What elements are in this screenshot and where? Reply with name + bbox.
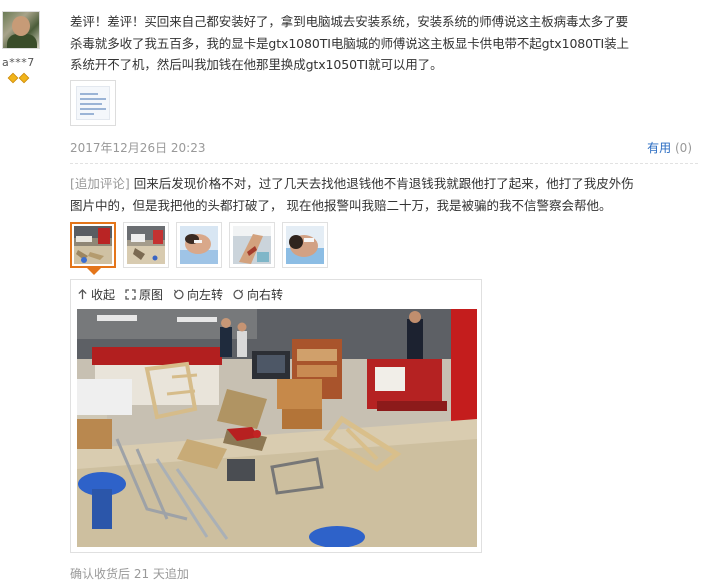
thumb-line: [80, 93, 98, 95]
rotate-left-label: 向左转: [187, 288, 224, 302]
thumb-image: [286, 226, 324, 264]
collapse-button[interactable]: 收起: [77, 286, 115, 303]
thumb-line: [80, 98, 106, 100]
expand-icon: [125, 289, 136, 300]
review-page: a***7 差评！差评！买回来自己都安装好了，拿到电脑城去安装系统，安装系统的师…: [0, 0, 703, 585]
review-line: 差评！差评！买回来自己都安装好了，拿到电脑城去安装系统，安装系统的师傅说这主板病…: [70, 14, 629, 29]
diamond-icon: [18, 72, 30, 84]
enlarged-photo[interactable]: [77, 309, 477, 547]
thumb-line: [80, 103, 102, 105]
collapse-label: 收起: [91, 288, 116, 302]
review-text: 差评！差评！买回来自己都安装好了，拿到电脑城去安装系统，安装系统的师傅说这主板病…: [70, 11, 696, 76]
append-thumb-1[interactable]: [70, 222, 116, 268]
review-image-thumb[interactable]: [70, 80, 116, 126]
user-level-badge: [7, 72, 30, 84]
thumb-image: [74, 226, 112, 264]
thumb-line: [80, 113, 94, 115]
active-thumb-pointer-icon: [87, 268, 101, 275]
image-viewer: 收起 原图 向左转 向右转: [70, 279, 482, 553]
append-time-note: 确认收货后 21 天追加: [70, 567, 189, 581]
store-damage-photo: [77, 309, 477, 547]
append-thumbnails: [70, 222, 328, 268]
append-thumb-2[interactable]: [123, 222, 169, 268]
append-tag: [追加评论]: [70, 176, 130, 191]
rotate-left-icon: [173, 289, 184, 300]
rotate-left-button[interactable]: 向左转: [173, 286, 223, 303]
useful-count: (0): [675, 141, 692, 155]
username: a***7: [2, 56, 35, 69]
avatar-face: [12, 16, 30, 36]
avatar[interactable]: [2, 11, 40, 49]
append-line: [追加评论] 回来后发现价格不对，过了几天去找他退钱他不肯退钱我就跟他打了起来，…: [70, 173, 698, 195]
thumb-image: [127, 226, 165, 264]
rotate-right-label: 向右转: [247, 288, 284, 302]
append-line-text: 回来后发现价格不对，过了几天去找他退钱他不肯退钱我就跟他打了起来，他打了我皮外伤: [129, 176, 634, 191]
rotate-right-button[interactable]: 向右转: [233, 286, 283, 303]
arrow-up-icon: [78, 289, 87, 300]
user-column: a***7: [0, 0, 58, 585]
append-thumb-4[interactable]: [229, 222, 275, 268]
review-date: 2017年12月26日 20:23: [70, 141, 206, 155]
original-image-label: 原图: [139, 288, 164, 302]
review-line: 杀毒就多收了我五百多，我的显卡是gtx1080TI电脑城的师傅说这主板显卡供电带…: [70, 35, 629, 51]
append-review-text: [追加评论] 回来后发现价格不对，过了几天去找他退钱他不肯退钱我就跟他打了起来，…: [70, 173, 698, 216]
review-line: 系统开不了机，然后叫我加钱在他那里换成gtx1050TI就可以用了。: [70, 57, 443, 72]
rotate-right-icon: [233, 289, 244, 300]
thumb-image: [180, 226, 218, 264]
diamond-icon: [7, 72, 19, 84]
useful-button[interactable]: 有用: [647, 141, 671, 155]
append-line: 图片中的，但是我把他的头都打破了， 现在他报警叫我赔二十万，我是被骗的我不信警察…: [70, 197, 612, 213]
thumb-line: [80, 108, 106, 110]
thumb-image: [233, 226, 271, 264]
useful-vote: 有用 (0): [647, 139, 692, 156]
divider: [70, 163, 698, 164]
append-thumb-5[interactable]: [282, 222, 328, 268]
viewer-toolbar: 收起 原图 向左转 向右转: [77, 286, 283, 303]
append-thumb-3[interactable]: [176, 222, 222, 268]
original-image-button[interactable]: 原图: [125, 286, 163, 303]
avatar-shirt: [7, 34, 37, 48]
